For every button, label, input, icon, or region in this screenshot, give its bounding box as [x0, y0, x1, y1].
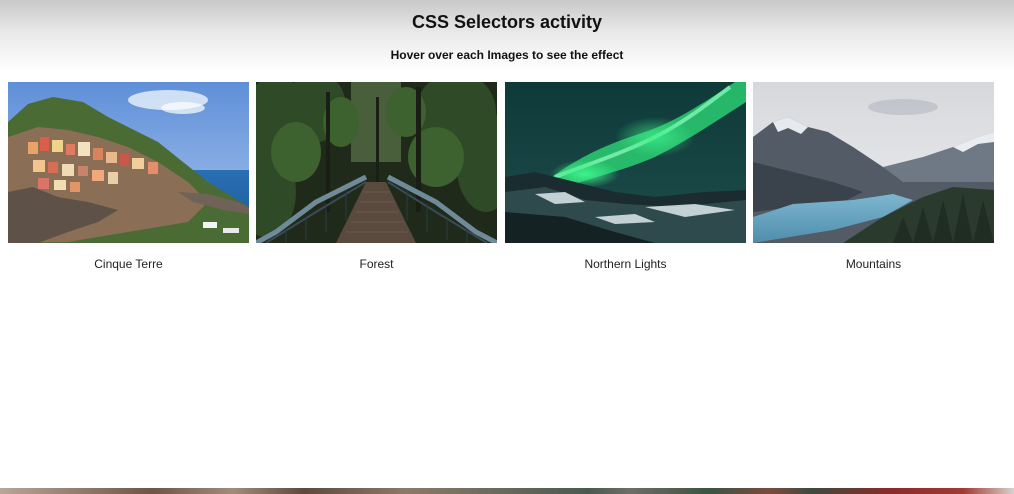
caption-forest: Forest: [359, 257, 394, 271]
caption-mountains: Mountains: [845, 257, 902, 271]
page-header: CSS Selectors activity Hover over each I…: [0, 0, 1014, 72]
mountains-image[interactable]: [753, 82, 994, 243]
caption-northern-lights: Northern Lights: [584, 257, 667, 271]
forest-image[interactable]: [256, 82, 497, 243]
page-subtitle: Hover over each Images to see the effect: [390, 48, 624, 62]
gallery-card-forest[interactable]: Forest: [256, 82, 497, 271]
gallery-card-northern-lights[interactable]: Northern Lights: [505, 82, 746, 271]
cinque-terre-image[interactable]: [8, 82, 249, 243]
gallery-card-mountains[interactable]: Mountains: [753, 82, 994, 271]
page-title: CSS Selectors activity: [411, 12, 603, 32]
image-gallery: Cinque Terre Forest Northern Lights Moun…: [0, 82, 1014, 282]
gallery-card-cinque-terre[interactable]: Cinque Terre: [8, 82, 249, 271]
caption-cinque-terre: Cinque Terre: [94, 257, 163, 271]
northern-lights-image[interactable]: [505, 82, 746, 243]
taskbar-strip: [0, 488, 1014, 494]
